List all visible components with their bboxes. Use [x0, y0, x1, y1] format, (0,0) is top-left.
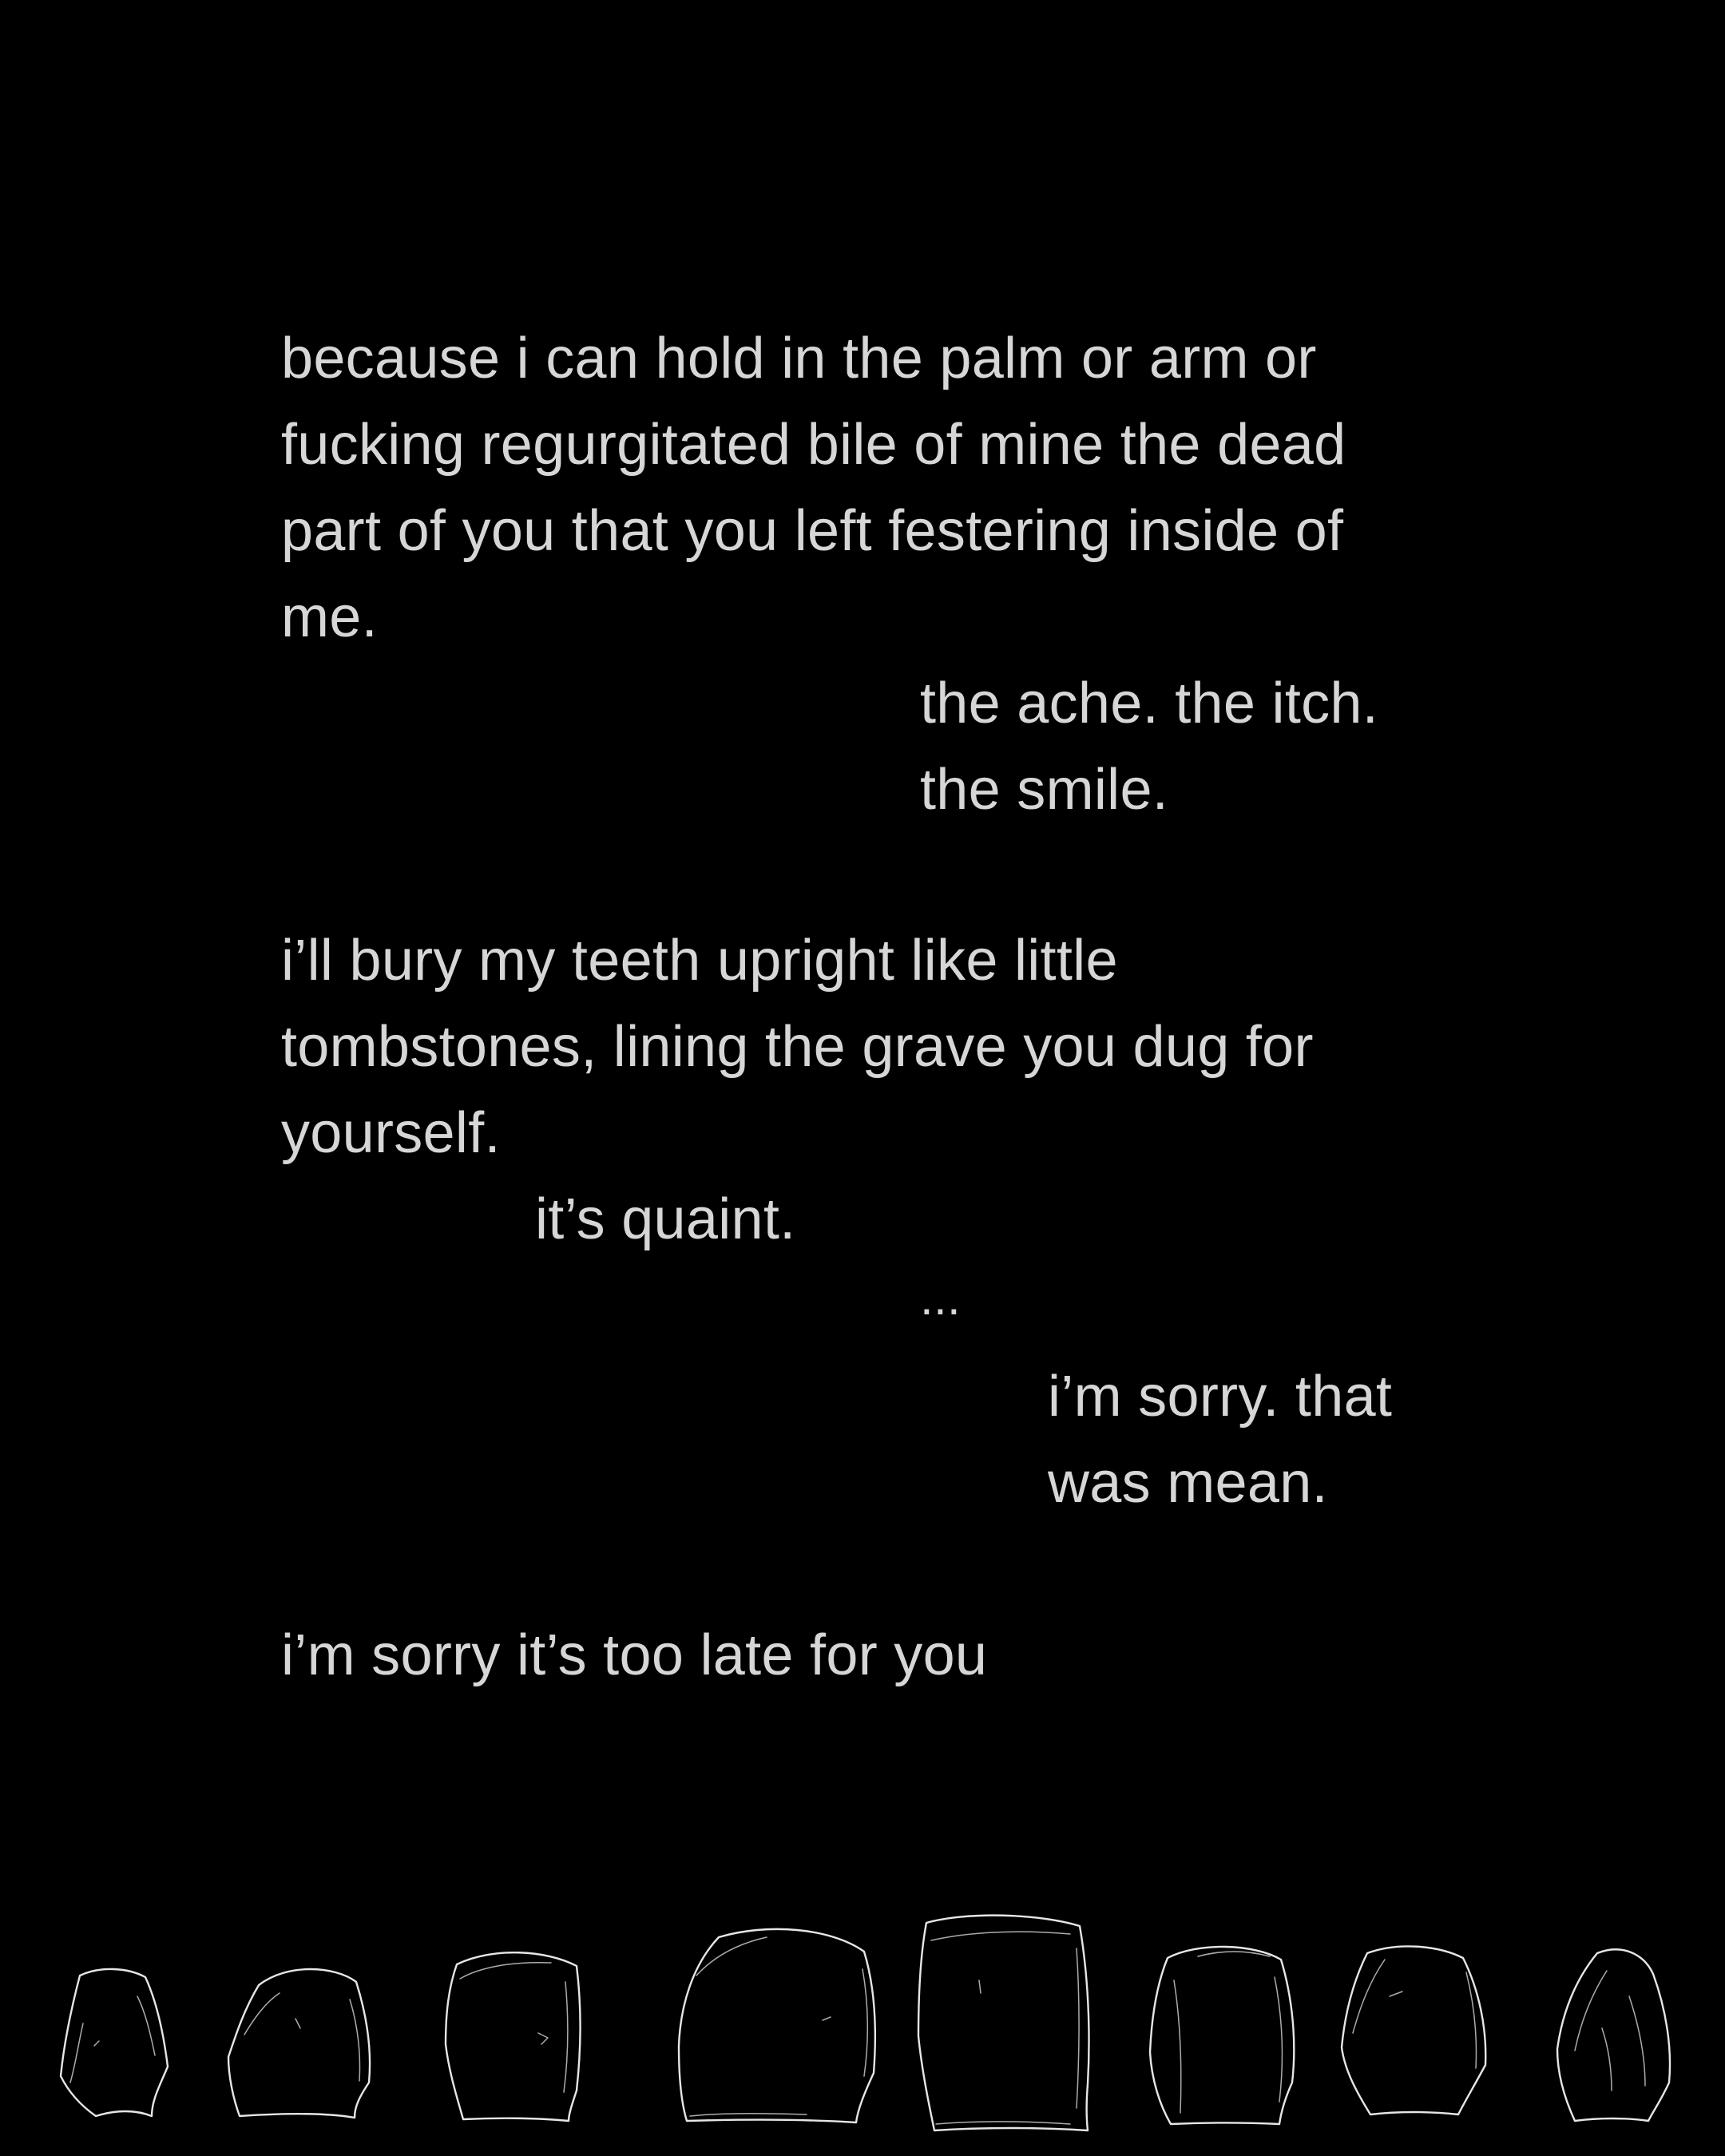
poem-line: part of you that you left festering insi…: [281, 499, 1344, 563]
poem-line: fucking regurgitated bile of mine the de…: [281, 413, 1346, 477]
poem-line: yourself.: [281, 1101, 501, 1165]
teeth-sketch: [59, 1914, 1671, 2132]
tooth-icon: [1148, 1945, 1295, 2126]
poem-line: because i can hold in the palm or arm or: [281, 327, 1317, 390]
poem-aside-line: was mean.: [1048, 1451, 1328, 1515]
poem-aside-line: the smile.: [920, 758, 1169, 822]
poem-ellipsis: ...: [920, 1271, 961, 1325]
tooth-icon: [677, 1928, 877, 2124]
poem-aside-line: the ache. the itch.: [920, 672, 1379, 735]
poem-line: me.: [281, 585, 378, 649]
teeth-drawing: [0, 1877, 1725, 2156]
poem-aside-line: it’s quaint.: [535, 1187, 796, 1251]
tooth-icon: [444, 1951, 581, 2122]
tooth-icon: [59, 1968, 169, 2118]
poem: because i can hold in the palm or arm or…: [0, 0, 1725, 1757]
poem-closing-line: i’m sorry it’s too late for you: [281, 1623, 988, 1687]
poem-aside-line: i’m sorry. that: [1048, 1365, 1393, 1429]
tooth-icon: [917, 1914, 1090, 2132]
poem-line: i’ll bury my teeth upright like little: [281, 929, 1118, 993]
tooth-icon: [1556, 1948, 1671, 2122]
tooth-icon: [227, 1968, 371, 2119]
poem-line: tombstones, lining the grave you dug for: [281, 1015, 1314, 1079]
tooth-icon: [1340, 1945, 1487, 2116]
